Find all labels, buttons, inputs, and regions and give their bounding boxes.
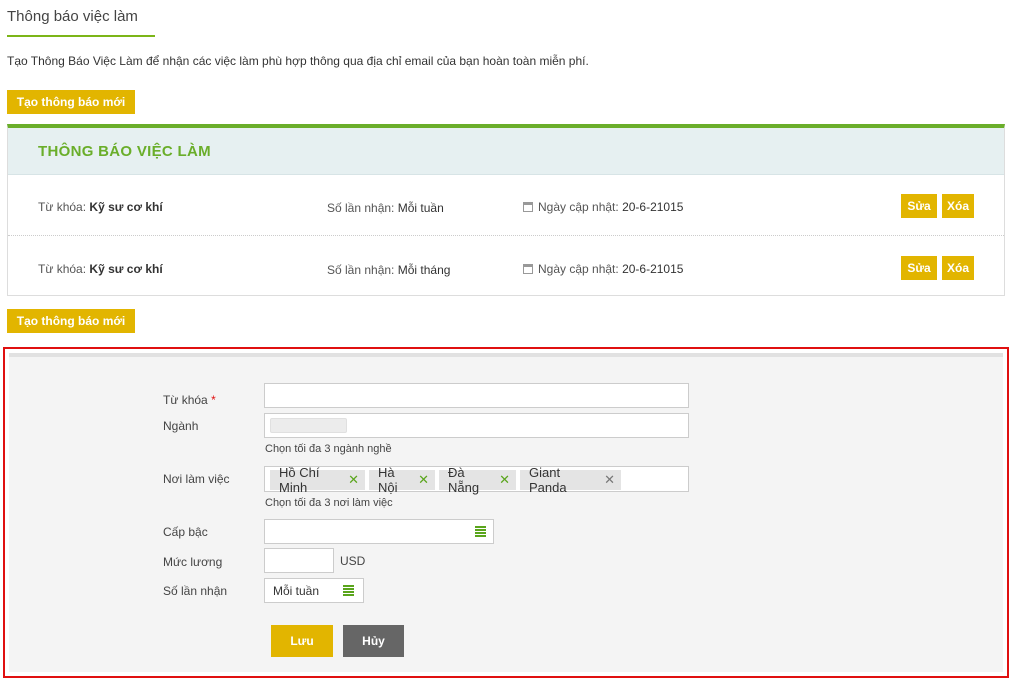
location-hint: Chọn tối đa 3 nơi làm việc xyxy=(265,497,393,509)
currency-label: USD xyxy=(340,554,366,568)
level-select[interactable] xyxy=(264,519,494,544)
calendar-icon xyxy=(523,202,533,212)
location-tag: Hồ Chí Minh ✕ xyxy=(270,465,365,495)
remove-tag-icon[interactable]: ✕ xyxy=(418,472,429,488)
location-tag: Giant Panda ✕ xyxy=(520,465,621,495)
location-tag-label: Hồ Chí Minh xyxy=(279,465,320,495)
date-value: 20-6-21015 xyxy=(622,200,684,214)
location-label: Nơi làm việc xyxy=(163,472,230,486)
keyword-field-label: Từ khóa * xyxy=(163,393,216,407)
date-label: Ngày cập nhật: xyxy=(538,262,619,276)
create-alert-form: Từ khóa * Ngành Chọn tối đa 3 ngành nghề… xyxy=(3,347,1009,678)
form-panel: Từ khóa * Ngành Chọn tối đa 3 ngành nghề… xyxy=(9,353,1003,672)
list-icon xyxy=(343,585,354,596)
frequency-label: Số lần nhận: xyxy=(327,263,395,277)
location-tag-label: Hà Nội xyxy=(378,465,398,495)
alerts-heading: THÔNG BÁO VIỆC LÀM xyxy=(38,143,211,160)
industry-hint: Chọn tối đa 3 ngành nghề xyxy=(265,443,392,455)
required-mark: * xyxy=(211,393,216,407)
frequency-value: Mỗi tháng xyxy=(397,263,451,277)
alert-frequency: Số lần nhận: Mỗi tháng xyxy=(327,263,450,277)
title-underline xyxy=(7,35,155,37)
job-alerts-list: THÔNG BÁO VIỆC LÀM Từ khóa: Kỹ sư cơ khí… xyxy=(7,124,1005,296)
industry-select[interactable] xyxy=(264,413,689,438)
delete-alert-button[interactable]: Xóa xyxy=(942,256,974,280)
alert-row: Từ khóa: Kỹ sư cơ khí Số lần nhận: Mỗi t… xyxy=(8,236,1004,297)
edit-alert-button[interactable]: Sửa xyxy=(901,194,937,218)
keyword-label: Từ khóa: xyxy=(38,200,87,214)
alert-date: Ngày cập nhật: 20-6-21015 xyxy=(523,200,683,214)
date-value: 20-6-21015 xyxy=(622,262,684,276)
salary-input[interactable] xyxy=(264,548,334,573)
remove-tag-icon[interactable]: ✕ xyxy=(604,472,615,488)
date-label: Ngày cập nhật: xyxy=(538,200,619,214)
location-select[interactable]: Hồ Chí Minh ✕ Hà Nội ✕ Đà Nẵng ✕ Giant P… xyxy=(264,465,689,495)
industry-placeholder-chip xyxy=(270,418,347,433)
frequency-value: Mỗi tuần xyxy=(397,201,444,215)
keyword-value: Kỹ sư cơ khí xyxy=(89,262,163,276)
page-title: Thông báo việc làm xyxy=(7,8,138,25)
location-tag: Hà Nội ✕ xyxy=(369,465,435,495)
frequency-field-label: Số lần nhận xyxy=(163,584,228,598)
frequency-label: Số lần nhận: xyxy=(327,201,395,215)
alert-keyword: Từ khóa: Kỹ sư cơ khí xyxy=(38,262,163,276)
calendar-icon xyxy=(523,264,533,274)
keyword-input[interactable] xyxy=(264,383,689,408)
keyword-value: Kỹ sư cơ khí xyxy=(89,200,163,214)
salary-label: Mức lương xyxy=(163,555,223,569)
location-tag-label: Giant Panda xyxy=(529,465,567,495)
create-alert-button-bottom[interactable]: Tạo thông báo mới xyxy=(7,309,135,333)
level-label: Cấp bậc xyxy=(163,525,208,539)
keyword-label: Từ khóa: xyxy=(38,262,87,276)
location-tag-label: Đà Nẵng xyxy=(448,465,480,495)
alert-keyword: Từ khóa: Kỹ sư cơ khí xyxy=(38,200,163,214)
intro-text: Tạo Thông Báo Việc Làm để nhận các việc … xyxy=(7,54,589,68)
location-tag: Đà Nẵng ✕ xyxy=(439,465,516,495)
keyword-label-text: Từ khóa xyxy=(163,393,208,407)
create-alert-button[interactable]: Tạo thông báo mới xyxy=(7,90,135,114)
remove-tag-icon[interactable]: ✕ xyxy=(348,472,359,488)
alerts-header: THÔNG BÁO VIỆC LÀM xyxy=(8,128,1004,175)
industry-label: Ngành xyxy=(163,419,199,433)
list-icon xyxy=(475,526,486,537)
alert-date: Ngày cập nhật: 20-6-21015 xyxy=(523,262,683,276)
edit-alert-button[interactable]: Sửa xyxy=(901,256,937,280)
frequency-select[interactable]: Mỗi tuần xyxy=(264,578,364,603)
remove-tag-icon[interactable]: ✕ xyxy=(499,472,510,488)
delete-alert-button[interactable]: Xóa xyxy=(942,194,974,218)
cancel-button[interactable]: Hủy xyxy=(343,625,404,657)
frequency-select-value: Mỗi tuần xyxy=(273,584,320,598)
alert-frequency: Số lần nhận: Mỗi tuần xyxy=(327,201,444,215)
save-button[interactable]: Lưu xyxy=(271,625,333,657)
alert-row: Từ khóa: Kỹ sư cơ khí Số lần nhận: Mỗi t… xyxy=(8,174,1004,236)
